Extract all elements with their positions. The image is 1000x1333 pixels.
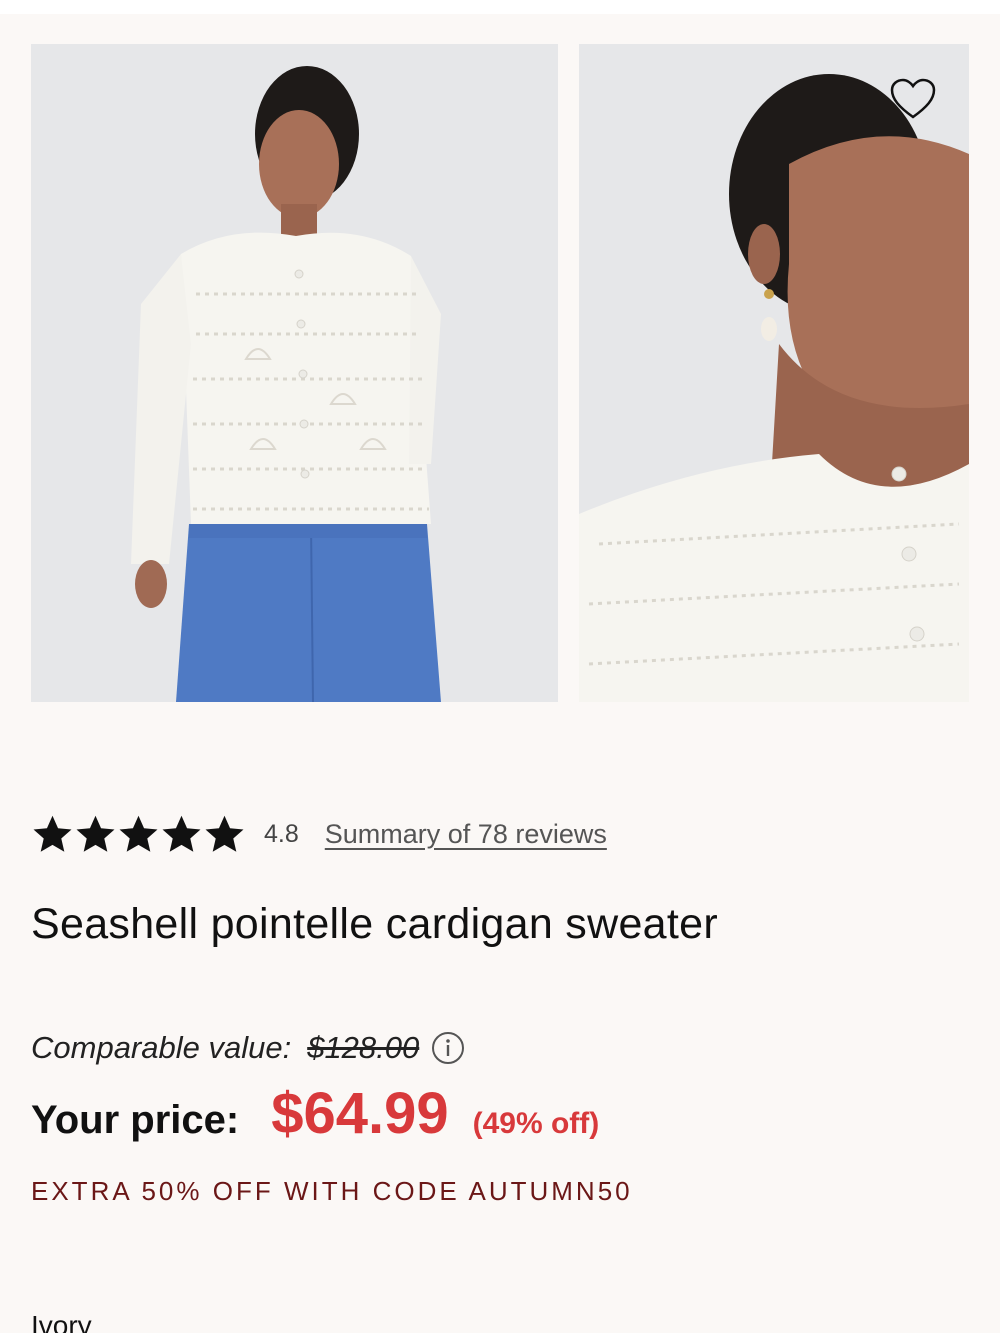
- heart-outline-icon: [890, 78, 936, 119]
- star-rating: [31, 813, 246, 856]
- selected-color-label: Ivory: [31, 1310, 92, 1333]
- rating-row: 4.8 Summary of 78 reviews: [31, 808, 607, 860]
- product-gallery: [0, 0, 1000, 720]
- rating-value: 4.8: [264, 819, 299, 848]
- your-price-label: Your price:: [31, 1098, 240, 1142]
- reviews-summary-link[interactable]: Summary of 78 reviews: [325, 819, 607, 850]
- product-image-main[interactable]: [31, 44, 558, 702]
- star-filled-icon: [76, 815, 115, 852]
- info-circle-icon[interactable]: [431, 1031, 465, 1065]
- wishlist-button[interactable]: [886, 72, 940, 126]
- star-filled-icon: [162, 815, 201, 852]
- comparable-value-price: $128.00: [307, 1030, 420, 1065]
- detail-photo-illustration: [579, 44, 969, 702]
- promo-message: EXTRA 50% OFF WITH CODE AUTUMN50: [31, 1176, 633, 1206]
- product-image-detail[interactable]: [579, 44, 969, 702]
- your-price-value: $64.99: [271, 1081, 449, 1146]
- discount-percent: (49% off): [472, 1107, 600, 1140]
- star-filled-icon: [119, 815, 158, 852]
- model-photo-illustration: [31, 44, 558, 702]
- star-filled-icon: [205, 815, 244, 852]
- comparable-value-row: Comparable value: $128.00: [31, 1030, 465, 1066]
- product-title: Seashell pointelle cardigan sweater: [31, 900, 718, 948]
- comparable-value-label: Comparable value:: [31, 1030, 292, 1065]
- star-filled-icon: [33, 815, 72, 852]
- price-row: Your price: $64.99 (49% off): [31, 1080, 599, 1147]
